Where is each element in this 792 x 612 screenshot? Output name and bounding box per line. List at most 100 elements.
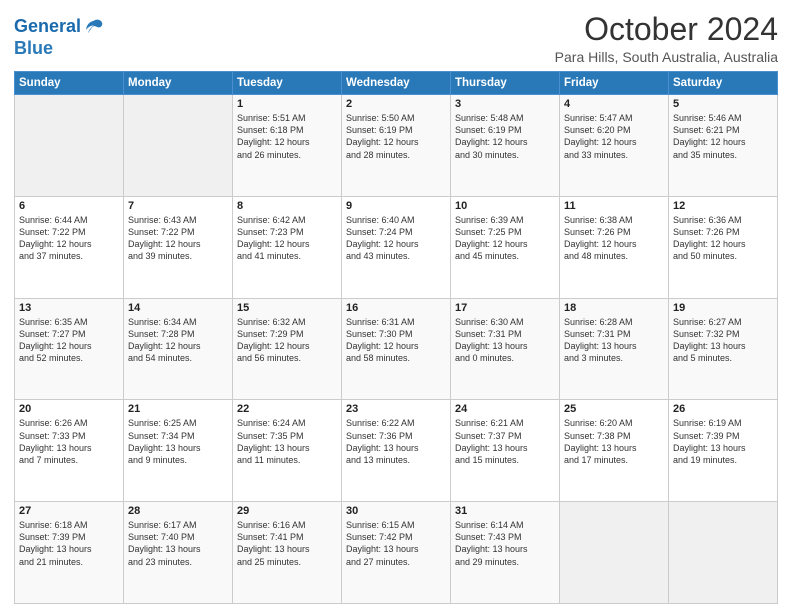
table-row: 3 Sunrise: 5:48 AM Sunset: 6:19 PM Daylig… bbox=[451, 95, 560, 197]
day-number: 18 bbox=[564, 302, 664, 314]
day-number: 1 bbox=[237, 98, 337, 110]
calendar-week-row: 20Sunrise: 6:26 AM Sunset: 7:33 PM Dayli… bbox=[15, 400, 778, 502]
calendar-week-row: 27 Sunrise: 6:18 AM Sunset: 7:39 PM Dayli… bbox=[15, 502, 778, 604]
day-info: Sunrise: 6:30 AM Sunset: 7:31 PM Dayligh… bbox=[455, 316, 555, 365]
table-row: 6Sunrise: 6:44 AM Sunset: 7:22 PM Daylig… bbox=[15, 196, 124, 298]
day-number: 31 bbox=[455, 505, 555, 517]
day-number: 11 bbox=[564, 200, 664, 212]
day-number: 30 bbox=[346, 505, 446, 517]
day-number: 12 bbox=[673, 200, 773, 212]
day-number: 17 bbox=[455, 302, 555, 314]
col-sunday: Sunday bbox=[15, 72, 124, 95]
day-number: 19 bbox=[673, 302, 773, 314]
day-number: 27 bbox=[19, 505, 119, 517]
table-row: 17 Sunrise: 6:30 AM Sunset: 7:31 PM Dayli… bbox=[451, 298, 560, 400]
day-info: Sunrise: 5:46 AM Sunset: 6:21 PM Dayligh… bbox=[673, 112, 773, 161]
table-row: 12 Sunrise: 6:36 AM Sunset: 7:26 PM Dayli… bbox=[669, 196, 778, 298]
table-row: 21Sunrise: 6:25 AM Sunset: 7:34 PM Dayli… bbox=[124, 400, 233, 502]
calendar-week-row: 13Sunrise: 6:35 AM Sunset: 7:27 PM Dayli… bbox=[15, 298, 778, 400]
day-info: Sunrise: 6:24 AM Sunset: 7:35 PM Dayligh… bbox=[237, 417, 337, 466]
col-wednesday: Wednesday bbox=[342, 72, 451, 95]
day-number: 23 bbox=[346, 403, 446, 415]
col-tuesday: Tuesday bbox=[233, 72, 342, 95]
day-number: 20 bbox=[19, 403, 119, 415]
location-title: Para Hills, South Australia, Australia bbox=[555, 49, 778, 65]
logo-icon bbox=[83, 16, 105, 38]
table-row: 24Sunrise: 6:21 AM Sunset: 7:37 PM Dayli… bbox=[451, 400, 560, 502]
table-row: 13Sunrise: 6:35 AM Sunset: 7:27 PM Dayli… bbox=[15, 298, 124, 400]
day-info: Sunrise: 6:22 AM Sunset: 7:36 PM Dayligh… bbox=[346, 417, 446, 466]
logo: General Blue bbox=[14, 16, 105, 59]
table-row: 28 Sunrise: 6:17 AM Sunset: 7:40 PM Dayli… bbox=[124, 502, 233, 604]
day-info: Sunrise: 6:36 AM Sunset: 7:26 PM Dayligh… bbox=[673, 214, 773, 263]
day-info: Sunrise: 6:44 AM Sunset: 7:22 PM Dayligh… bbox=[19, 214, 119, 263]
table-row: 14 Sunrise: 6:34 AM Sunset: 7:28 PM Dayli… bbox=[124, 298, 233, 400]
table-row bbox=[124, 95, 233, 197]
day-info: Sunrise: 6:18 AM Sunset: 7:39 PM Dayligh… bbox=[19, 519, 119, 568]
day-info: Sunrise: 6:25 AM Sunset: 7:34 PM Dayligh… bbox=[128, 417, 228, 466]
calendar-week-row: 1 Sunrise: 5:51 AM Sunset: 6:18 PM Daylig… bbox=[15, 95, 778, 197]
day-number: 4 bbox=[564, 98, 664, 110]
table-row: 2Sunrise: 5:50 AM Sunset: 6:19 PM Daylig… bbox=[342, 95, 451, 197]
col-friday: Friday bbox=[560, 72, 669, 95]
day-number: 28 bbox=[128, 505, 228, 517]
table-row: 20Sunrise: 6:26 AM Sunset: 7:33 PM Dayli… bbox=[15, 400, 124, 502]
table-row: 1 Sunrise: 5:51 AM Sunset: 6:18 PM Daylig… bbox=[233, 95, 342, 197]
table-row: 27 Sunrise: 6:18 AM Sunset: 7:39 PM Dayli… bbox=[15, 502, 124, 604]
header: General Blue October 2024 Para Hills, So… bbox=[14, 12, 778, 65]
day-info: Sunrise: 6:16 AM Sunset: 7:41 PM Dayligh… bbox=[237, 519, 337, 568]
day-number: 3 bbox=[455, 98, 555, 110]
table-row: 19 Sunrise: 6:27 AM Sunset: 7:32 PM Dayli… bbox=[669, 298, 778, 400]
logo-blue: Blue bbox=[14, 38, 105, 59]
day-info: Sunrise: 6:17 AM Sunset: 7:40 PM Dayligh… bbox=[128, 519, 228, 568]
day-number: 7 bbox=[128, 200, 228, 212]
day-number: 16 bbox=[346, 302, 446, 314]
day-number: 2 bbox=[346, 98, 446, 110]
day-info: Sunrise: 6:27 AM Sunset: 7:32 PM Dayligh… bbox=[673, 316, 773, 365]
table-row bbox=[669, 502, 778, 604]
day-info: Sunrise: 6:42 AM Sunset: 7:23 PM Dayligh… bbox=[237, 214, 337, 263]
calendar-week-row: 6Sunrise: 6:44 AM Sunset: 7:22 PM Daylig… bbox=[15, 196, 778, 298]
title-block: October 2024 Para Hills, South Australia… bbox=[555, 12, 778, 65]
day-info: Sunrise: 5:47 AM Sunset: 6:20 PM Dayligh… bbox=[564, 112, 664, 161]
table-row: 31 Sunrise: 6:14 AM Sunset: 7:43 PM Dayli… bbox=[451, 502, 560, 604]
calendar-header-row: Sunday Monday Tuesday Wednesday Thursday… bbox=[15, 72, 778, 95]
day-number: 29 bbox=[237, 505, 337, 517]
col-monday: Monday bbox=[124, 72, 233, 95]
day-info: Sunrise: 6:14 AM Sunset: 7:43 PM Dayligh… bbox=[455, 519, 555, 568]
table-row: 8 Sunrise: 6:42 AM Sunset: 7:23 PM Daylig… bbox=[233, 196, 342, 298]
table-row: 4 Sunrise: 5:47 AM Sunset: 6:20 PM Daylig… bbox=[560, 95, 669, 197]
day-info: Sunrise: 6:40 AM Sunset: 7:24 PM Dayligh… bbox=[346, 214, 446, 263]
day-number: 14 bbox=[128, 302, 228, 314]
day-number: 24 bbox=[455, 403, 555, 415]
day-info: Sunrise: 6:32 AM Sunset: 7:29 PM Dayligh… bbox=[237, 316, 337, 365]
day-number: 9 bbox=[346, 200, 446, 212]
table-row: 23 Sunrise: 6:22 AM Sunset: 7:36 PM Dayli… bbox=[342, 400, 451, 502]
page: General Blue October 2024 Para Hills, So… bbox=[0, 0, 792, 612]
day-number: 10 bbox=[455, 200, 555, 212]
day-info: Sunrise: 6:38 AM Sunset: 7:26 PM Dayligh… bbox=[564, 214, 664, 263]
day-info: Sunrise: 5:48 AM Sunset: 6:19 PM Dayligh… bbox=[455, 112, 555, 161]
day-number: 5 bbox=[673, 98, 773, 110]
table-row: 25Sunrise: 6:20 AM Sunset: 7:38 PM Dayli… bbox=[560, 400, 669, 502]
day-number: 22 bbox=[237, 403, 337, 415]
table-row: 22 Sunrise: 6:24 AM Sunset: 7:35 PM Dayli… bbox=[233, 400, 342, 502]
day-number: 8 bbox=[237, 200, 337, 212]
day-info: Sunrise: 6:19 AM Sunset: 7:39 PM Dayligh… bbox=[673, 417, 773, 466]
table-row: 15 Sunrise: 6:32 AM Sunset: 7:29 PM Dayli… bbox=[233, 298, 342, 400]
day-info: Sunrise: 5:51 AM Sunset: 6:18 PM Dayligh… bbox=[237, 112, 337, 161]
table-row: 16Sunrise: 6:31 AM Sunset: 7:30 PM Dayli… bbox=[342, 298, 451, 400]
calendar-table: Sunday Monday Tuesday Wednesday Thursday… bbox=[14, 71, 778, 604]
table-row bbox=[560, 502, 669, 604]
table-row: 11 Sunrise: 6:38 AM Sunset: 7:26 PM Dayli… bbox=[560, 196, 669, 298]
table-row: 26 Sunrise: 6:19 AM Sunset: 7:39 PM Dayli… bbox=[669, 400, 778, 502]
day-number: 15 bbox=[237, 302, 337, 314]
day-info: Sunrise: 6:20 AM Sunset: 7:38 PM Dayligh… bbox=[564, 417, 664, 466]
table-row: 10 Sunrise: 6:39 AM Sunset: 7:25 PM Dayli… bbox=[451, 196, 560, 298]
table-row bbox=[15, 95, 124, 197]
logo-text: General bbox=[14, 17, 81, 37]
day-info: Sunrise: 6:34 AM Sunset: 7:28 PM Dayligh… bbox=[128, 316, 228, 365]
day-info: Sunrise: 6:39 AM Sunset: 7:25 PM Dayligh… bbox=[455, 214, 555, 263]
table-row: 9 Sunrise: 6:40 AM Sunset: 7:24 PM Daylig… bbox=[342, 196, 451, 298]
day-number: 26 bbox=[673, 403, 773, 415]
